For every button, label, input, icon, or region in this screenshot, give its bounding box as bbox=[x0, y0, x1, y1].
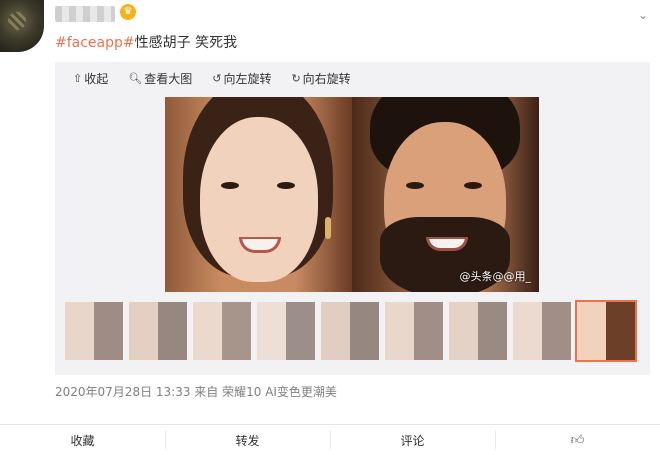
thumbnail[interactable] bbox=[385, 302, 443, 360]
favorite-button[interactable]: 收藏 bbox=[0, 425, 165, 455]
username-blurred[interactable] bbox=[55, 6, 115, 22]
main-photo[interactable]: @头条@@用_ bbox=[165, 97, 539, 292]
post-text: #faceapp#性感胡子 笑死我 bbox=[55, 32, 237, 52]
thumbnail[interactable] bbox=[321, 302, 379, 360]
like-button[interactable]: 👍︎ bbox=[495, 425, 660, 455]
view-large-button[interactable]: 🔍︎ 查看大图 bbox=[128, 70, 192, 87]
photo-left-face bbox=[165, 97, 352, 292]
thumbnail[interactable] bbox=[129, 302, 187, 360]
collapse-button[interactable]: ⇧ 收起 bbox=[73, 70, 108, 87]
rotate-left-button[interactable]: ↺ 向左旋转 bbox=[212, 70, 271, 87]
rotate-right-label: 向右旋转 bbox=[302, 72, 351, 86]
rotate-left-label: 向左旋转 bbox=[223, 72, 272, 86]
post-meta: 2020年07月28日 13:33 来自 荣耀10 AI变色更潮美 bbox=[55, 385, 337, 399]
thumbnail[interactable] bbox=[513, 302, 571, 360]
avatar[interactable] bbox=[0, 0, 44, 52]
thumbnail[interactable] bbox=[65, 302, 123, 360]
photo-watermark: @头条@@用_ bbox=[459, 270, 532, 283]
repost-button[interactable]: 转发 bbox=[165, 425, 330, 455]
hashtag-link[interactable]: #faceapp# bbox=[55, 35, 135, 51]
rotate-right-button[interactable]: ↻ 向右旋转 bbox=[291, 70, 350, 87]
favorite-label: 收藏 bbox=[70, 433, 95, 448]
thumbnail-strip bbox=[65, 300, 640, 363]
media-toolbar: ⇧ 收起 🔍︎ 查看大图 ↺ 向左旋转 ↻ 向右旋转 bbox=[73, 70, 351, 87]
rotate-right-icon: ↻ bbox=[291, 72, 301, 85]
search-icon: 🔍︎ bbox=[128, 72, 143, 85]
thumbnail[interactable] bbox=[193, 302, 251, 360]
thumbnail[interactable] bbox=[449, 302, 507, 360]
comment-button[interactable]: 评论 bbox=[330, 425, 495, 455]
collapse-label: 收起 bbox=[84, 72, 109, 86]
media-expanded-panel: ⇧ 收起 🔍︎ 查看大图 ↺ 向左旋转 ↻ 向右旋转 @头条@@用_ bbox=[55, 62, 650, 375]
comment-label: 评论 bbox=[400, 433, 425, 448]
thumbs-up-icon: 👍︎ bbox=[570, 432, 585, 448]
chevron-down-icon[interactable]: ⌄ bbox=[636, 8, 650, 22]
thumbnail[interactable] bbox=[257, 302, 315, 360]
photo-right-face: @头条@@用_ bbox=[352, 97, 539, 292]
collapse-icon: ⇧ bbox=[73, 72, 83, 85]
action-bar: 收藏 转发 评论 👍︎ bbox=[0, 424, 660, 455]
crown-icon: ♛ bbox=[120, 4, 136, 20]
repost-label: 转发 bbox=[235, 433, 260, 448]
rotate-left-icon: ↺ bbox=[212, 72, 222, 85]
view-large-label: 查看大图 bbox=[144, 72, 193, 86]
thumbnail-selected[interactable] bbox=[575, 300, 637, 362]
post-body: 性感胡子 笑死我 bbox=[134, 35, 238, 51]
